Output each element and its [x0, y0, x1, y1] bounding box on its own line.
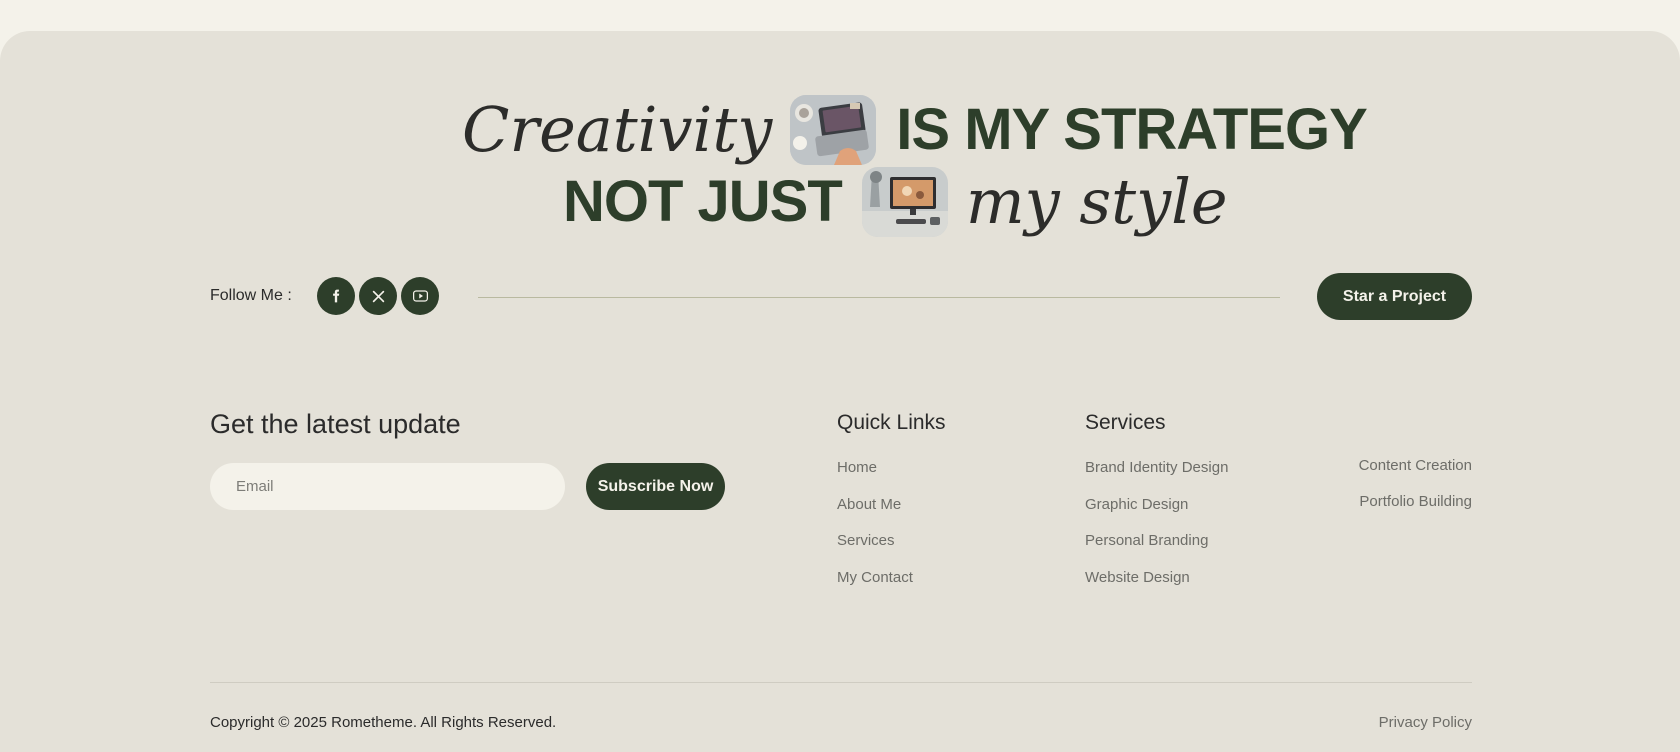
quick-link-about[interactable]: About Me	[837, 496, 901, 513]
youtube-icon	[412, 290, 428, 302]
copyright-text: Copyright © 2025 Rometheme. All Rights R…	[210, 714, 557, 731]
footer: Creativity IS MY STRATEGY NOT JUST my st…	[0, 31, 1680, 752]
service-portfolio-building[interactable]: Portfolio Building	[1359, 493, 1472, 510]
start-project-button[interactable]: Star a Project	[1317, 273, 1472, 320]
x-link[interactable]	[359, 277, 397, 315]
newsletter-title: Get the latest update	[210, 409, 461, 439]
quick-link-home[interactable]: Home	[837, 459, 877, 476]
bottom-divider	[210, 682, 1472, 683]
headline-line-2: NOT JUST my style	[563, 165, 1228, 238]
privacy-policy-link[interactable]: Privacy Policy	[1379, 714, 1472, 731]
headline-script-my-style: my style	[965, 165, 1228, 238]
service-website-design[interactable]: Website Design	[1085, 569, 1190, 586]
facebook-icon	[333, 289, 340, 303]
follow-divider	[478, 297, 1280, 298]
subscribe-button[interactable]: Subscribe Now	[586, 463, 725, 510]
service-content-creation[interactable]: Content Creation	[1359, 457, 1472, 474]
workspace-thumbnail-image	[790, 94, 877, 165]
services-title: Services	[1085, 411, 1166, 434]
follow-row: Follow Me : Star a Project	[210, 273, 1472, 321]
headline-caps-not-just: NOT JUST	[563, 169, 843, 234]
headline-script-creativity: Creativity	[462, 93, 773, 166]
headline-caps-strategy: IS MY STRATEGY	[896, 97, 1367, 162]
quick-link-services[interactable]: Services	[837, 532, 895, 549]
quick-links-title: Quick Links	[837, 411, 946, 434]
social-links	[317, 277, 439, 315]
email-input[interactable]	[210, 463, 565, 510]
quick-link-contact[interactable]: My Contact	[837, 569, 913, 586]
youtube-link[interactable]	[401, 277, 439, 315]
facebook-link[interactable]	[317, 277, 355, 315]
service-graphic-design[interactable]: Graphic Design	[1085, 496, 1188, 513]
service-brand-identity[interactable]: Brand Identity Design	[1085, 459, 1228, 476]
x-icon	[372, 290, 384, 302]
service-personal-branding[interactable]: Personal Branding	[1085, 532, 1208, 549]
follow-label: Follow Me :	[210, 287, 292, 304]
desk-monitor-thumbnail-image	[861, 166, 948, 237]
headline-line-1: Creativity IS MY STRATEGY	[462, 93, 1368, 166]
